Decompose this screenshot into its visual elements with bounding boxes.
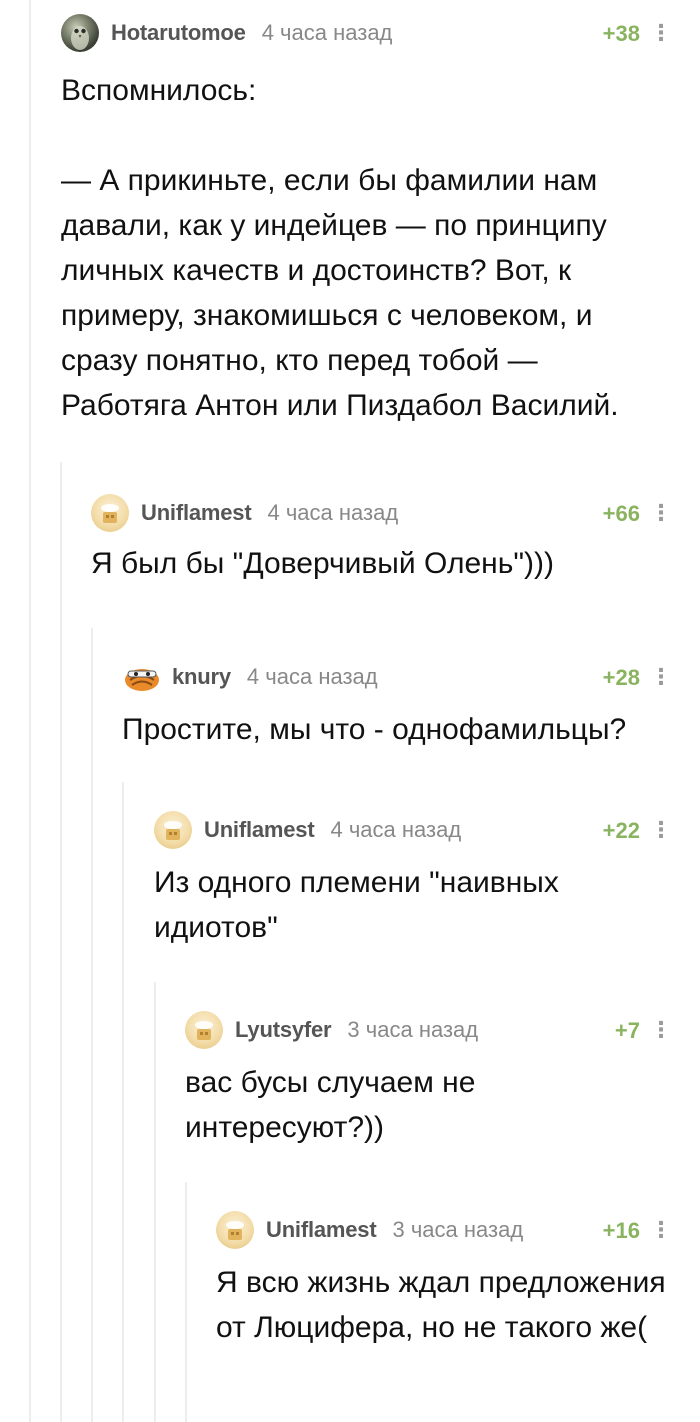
- default-avatar-icon: [101, 504, 119, 523]
- comment: Hotarutomoe 4 часа назад +38 ⋮ Вспомнило…: [61, 13, 672, 443]
- more-icon[interactable]: ⋮: [650, 816, 672, 844]
- timestamp[interactable]: 3 часа назад: [347, 1017, 478, 1043]
- comment: Uniflamest 4 часа назад +66 ⋮ Я был бы "…: [91, 493, 672, 593]
- timestamp[interactable]: 3 часа назад: [392, 1217, 523, 1243]
- thread-line: [154, 982, 156, 1422]
- default-avatar-icon: [195, 1021, 213, 1040]
- comment-header: Lyutsyfer 3 часа назад: [185, 1010, 668, 1050]
- cat-avatar-icon: [125, 669, 159, 691]
- username[interactable]: Lyutsyfer: [235, 1017, 332, 1043]
- username[interactable]: Uniflamest: [141, 500, 252, 526]
- comment-header: Uniflamest 4 часа назад: [154, 810, 668, 850]
- comment-text: Из одного племени "наивных идиотов": [154, 866, 568, 944]
- default-avatar-icon: [164, 821, 182, 840]
- owl-avatar-icon: [71, 26, 89, 50]
- more-icon[interactable]: ⋮: [650, 19, 672, 47]
- rating-value: +28: [602, 665, 640, 690]
- comment: Lyutsyfer 3 часа назад +7 ⋮ вас бусы слу…: [185, 1010, 672, 1160]
- comment-text: вас бусы случаем не интересуют?)): [185, 1066, 484, 1144]
- avatar[interactable]: [185, 1011, 223, 1049]
- comment: Uniflamest 4 часа назад +22 ⋮ Из одного …: [154, 810, 672, 960]
- comment-text: Я всю жизнь ждал предложения от Люцифера…: [216, 1266, 674, 1344]
- rating-value: +16: [602, 1218, 640, 1243]
- username[interactable]: Uniflamest: [204, 817, 315, 843]
- username[interactable]: Hotarutomoe: [111, 20, 246, 46]
- avatar[interactable]: [154, 811, 192, 849]
- more-icon[interactable]: ⋮: [650, 499, 672, 527]
- username[interactable]: knury: [172, 664, 231, 690]
- comment-header: Uniflamest 4 часа назад: [91, 493, 668, 533]
- comment: knury 4 часа назад +28 ⋮ Простите, мы чт…: [122, 657, 672, 757]
- default-avatar-icon: [226, 1221, 244, 1240]
- thread-line: [185, 1182, 187, 1422]
- username[interactable]: Uniflamest: [266, 1217, 377, 1243]
- comment-text: Я был бы "Доверчивый Олень"))): [91, 547, 554, 580]
- thread-line: [60, 462, 62, 1422]
- comment-text: Вспомнилось: — А прикиньте, если бы фами…: [61, 74, 619, 422]
- avatar[interactable]: [61, 14, 99, 52]
- comment-header: Uniflamest 3 часа назад: [216, 1210, 668, 1250]
- avatar[interactable]: [122, 658, 160, 696]
- rating-value: +38: [602, 21, 640, 46]
- rating-value: +7: [614, 1018, 640, 1043]
- timestamp[interactable]: 4 часа назад: [330, 817, 461, 843]
- comment-header: Hotarutomoe 4 часа назад: [61, 13, 668, 53]
- timestamp[interactable]: 4 часа назад: [247, 664, 378, 690]
- more-icon[interactable]: ⋮: [650, 1216, 672, 1244]
- thread-line: [122, 782, 124, 1422]
- comment-text: Простите, мы что - однофамильцы?: [122, 713, 627, 746]
- rating-value: +66: [602, 501, 640, 526]
- timestamp[interactable]: 4 часа назад: [262, 20, 393, 46]
- avatar[interactable]: [216, 1211, 254, 1249]
- rating-value: +22: [602, 818, 640, 843]
- thread-line: [91, 628, 93, 1422]
- more-icon[interactable]: ⋮: [650, 1016, 672, 1044]
- comment: Uniflamest 3 часа назад +16 ⋮ Я всю жизн…: [216, 1210, 674, 1410]
- timestamp[interactable]: 4 часа назад: [267, 500, 398, 526]
- more-icon[interactable]: ⋮: [650, 663, 672, 691]
- avatar[interactable]: [91, 494, 129, 532]
- thread-line: [29, 0, 31, 1422]
- comment-header: knury 4 часа назад: [122, 657, 668, 697]
